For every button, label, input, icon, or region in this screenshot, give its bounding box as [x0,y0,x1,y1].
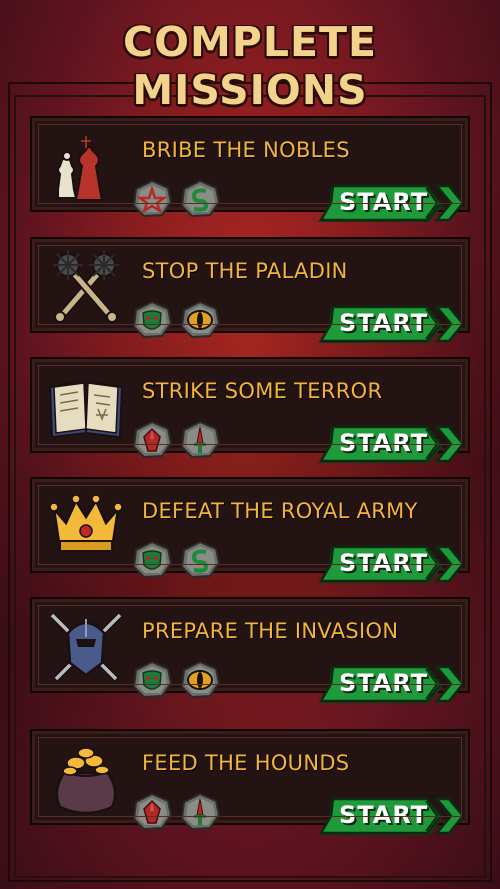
pentagram-token-icon [132,180,172,218]
mission-title: PREPARE THE INVASION [142,619,399,643]
start-label: START [339,549,429,577]
mission-card: STOP THE PALADIN START [30,237,470,333]
gold-crown-icon [49,494,123,552]
dagger-token-icon [180,793,220,831]
chess-pieces-icon [57,136,104,201]
orc-mask-token-icon [132,541,172,579]
mission-card: STRIKE SOME TERROR START [30,357,470,453]
start-label: START [339,429,429,457]
start-label: START [339,801,429,829]
mission-title: FEED THE HOUNDS [142,751,350,775]
mission-card: FEED THE HOUNDS START [30,729,470,825]
start-button[interactable]: START [317,543,462,589]
mission-card: BRIBE THE NOBLES START [30,116,470,212]
start-button[interactable]: START [317,795,462,841]
evil-eye-token-icon [180,301,220,339]
mission-title: STRIKE SOME TERROR [142,379,383,403]
serpent-token-icon [180,541,220,579]
mission-title: BRIBE THE NOBLES [142,138,350,162]
start-button[interactable]: START [317,303,462,349]
blood-gem-token-icon [132,793,172,831]
evil-eye-token-icon [180,661,220,699]
gold-sack-icon [55,747,117,815]
start-label: START [339,188,429,216]
spell-book-icon [48,379,124,439]
page-title: COMPLETE MISSIONS [123,18,377,114]
start-button[interactable]: START [317,423,462,469]
orc-mask-token-icon [132,661,172,699]
dagger-token-icon [180,421,220,459]
mission-card: PREPARE THE INVASION START [30,597,470,693]
blood-gem-token-icon [132,421,172,459]
start-button[interactable]: START [317,663,462,709]
start-label: START [339,309,429,337]
mission-card: DEFEAT THE ROYAL ARMY START [30,477,470,573]
mission-title: STOP THE PALADIN [142,259,348,283]
orc-mask-token-icon [132,301,172,339]
knight-helmet-swords-icon [49,612,123,682]
start-button[interactable]: START [317,182,462,228]
serpent-token-icon [180,180,220,218]
start-label: START [339,669,429,697]
crossed-maces-icon [53,250,119,323]
mission-title: DEFEAT THE ROYAL ARMY [142,499,418,523]
